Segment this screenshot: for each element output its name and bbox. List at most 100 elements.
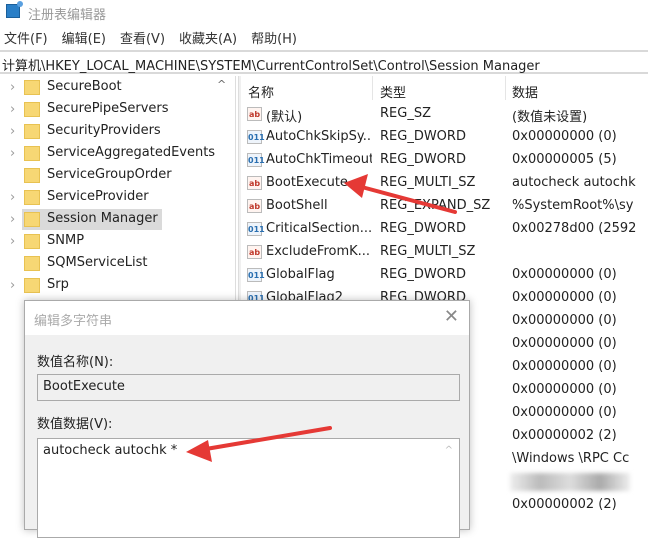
folder-icon	[24, 102, 40, 117]
value-data-text: autocheck autochk *	[43, 443, 178, 458]
table-row[interactable]: 011 GlobalFlag REG_DWORD 0x00000000 (0)	[242, 264, 648, 287]
value-name-field[interactable]: BootExecute	[37, 374, 460, 401]
address-bar[interactable]: 计算机\HKEY_LOCAL_MACHINE\SYSTEM\CurrentCon…	[0, 50, 648, 74]
column-divider[interactable]	[372, 76, 373, 100]
folder-icon	[24, 278, 40, 293]
dialog-title: 编辑多字符串	[34, 314, 113, 329]
tree-item[interactable]: › Srp	[0, 275, 235, 297]
dialog-title-bar: 编辑多字符串	[25, 301, 469, 335]
table-row[interactable]: ab ExcludeFromK... REG_MULTI_SZ	[242, 241, 648, 264]
blurred-value	[510, 473, 630, 491]
value-type: REG_DWORD	[380, 152, 466, 167]
value-type: REG_MULTI_SZ	[380, 175, 476, 190]
chevron-right-icon[interactable]: ›	[10, 146, 15, 161]
column-divider[interactable]	[505, 76, 506, 100]
tree-item-label: ServiceGroupOrder	[47, 167, 172, 182]
value-type: REG_DWORD	[380, 129, 466, 144]
tree-item[interactable]: SQMServiceList	[0, 253, 235, 275]
value-data: %SystemRoot%\sy	[512, 198, 634, 213]
tree-item-label: SecurityProviders	[47, 123, 161, 138]
value-data: 0x00000002 (2)	[512, 428, 617, 443]
value-type: REG_SZ	[380, 106, 431, 121]
string-value-icon: ab	[247, 199, 262, 213]
tree-item[interactable]: › SecurePipeServers	[0, 99, 235, 121]
value-data: 0x00000000 (0)	[512, 267, 617, 282]
value-data: 0x00000005 (5)	[512, 152, 617, 167]
binary-value-icon: 011	[247, 268, 265, 282]
tree-item[interactable]: › SecurityProviders	[0, 121, 235, 143]
value-data-label: 数值数据(V):	[37, 417, 113, 432]
string-value-icon: ab	[247, 107, 262, 121]
list-header: 名称 类型 数据	[242, 76, 648, 102]
value-type: REG_MULTI_SZ	[380, 244, 476, 259]
chevron-right-icon[interactable]: ›	[10, 234, 15, 249]
value-name: AutoChkSkipSy...	[266, 129, 372, 144]
value-data: 0x00000000 (0)	[512, 290, 617, 305]
value-data: 0x00000002 (2)	[512, 497, 617, 512]
value-data: autocheck autochk	[512, 175, 636, 190]
chevron-right-icon[interactable]: ›	[10, 80, 15, 95]
tree-item-label: SQMServiceList	[47, 255, 148, 270]
tree-item-label: ServiceProvider	[47, 189, 149, 204]
binary-value-icon: 011	[247, 153, 265, 167]
chevron-right-icon[interactable]: ›	[10, 212, 15, 227]
value-data: 0x00000000 (0)	[512, 313, 617, 328]
title-bar: 注册表编辑器	[0, 0, 648, 24]
scroll-up-icon[interactable]: ^	[445, 445, 453, 456]
table-row[interactable]: 011 AutoChkSkipSy... REG_DWORD 0x00000000 (…	[242, 126, 648, 149]
menu-item[interactable]: 帮助(H)	[251, 28, 297, 47]
value-data: 0x00278d00 (2592	[512, 221, 637, 236]
table-row[interactable]: ab (默认) REG_SZ (数值未设置)	[242, 103, 648, 126]
folder-icon	[24, 234, 40, 249]
string-value-icon: ab	[247, 176, 262, 190]
chevron-right-icon[interactable]: ›	[10, 190, 15, 205]
chevron-right-icon[interactable]: ›	[10, 278, 15, 293]
tree-item[interactable]: › Session Manager	[0, 209, 235, 231]
chevron-right-icon[interactable]: ›	[10, 102, 15, 117]
value-data: 0x00000000 (0)	[512, 336, 617, 351]
value-data: 0x00000000 (0)	[512, 359, 617, 374]
tree-item-label: SecurePipeServers	[47, 101, 169, 116]
value-type: REG_EXPAND_SZ	[380, 198, 491, 213]
tree-item-label: Srp	[47, 277, 69, 292]
value-data: 0x00000000 (0)	[512, 382, 617, 397]
menu-item[interactable]: 收藏夹(A)	[179, 28, 237, 47]
column-header-data[interactable]: 数据	[512, 82, 538, 101]
table-row[interactable]: ab BootExecute REG_MULTI_SZ autocheck autoc…	[242, 172, 648, 195]
folder-icon	[24, 124, 40, 139]
table-row[interactable]: 011 AutoChkTimeout REG_DWORD 0x00000005 (5)	[242, 149, 648, 172]
close-icon[interactable]: ✕	[444, 306, 459, 327]
value-data: 0x00000000 (0)	[512, 405, 617, 420]
column-header-type[interactable]: 类型	[380, 82, 406, 101]
string-value-icon: ab	[247, 245, 262, 259]
folder-icon	[24, 190, 40, 205]
folder-icon	[24, 212, 40, 227]
tree-item[interactable]: ServiceGroupOrder	[0, 165, 235, 187]
menu-item[interactable]: 查看(V)	[120, 28, 165, 47]
value-name: BootExecute	[266, 175, 348, 190]
folder-icon	[24, 168, 40, 183]
tree-item[interactable]: › SecureBoot	[0, 77, 235, 99]
registry-editor-icon	[6, 1, 23, 18]
tree-item-label: ServiceAggregatedEvents	[47, 145, 216, 160]
menu-item[interactable]: 文件(F)	[4, 28, 48, 47]
binary-value-icon: 011	[247, 130, 265, 144]
value-type: REG_DWORD	[380, 267, 466, 282]
value-name: AutoChkTimeout	[266, 152, 372, 167]
column-header-name[interactable]: 名称	[248, 82, 274, 101]
value-data: (数值未设置)	[512, 110, 588, 125]
binary-value-icon: 011	[247, 222, 265, 236]
menu-item[interactable]: 编辑(E)	[62, 28, 106, 47]
value-name: GlobalFlag	[266, 267, 335, 282]
value-data-textarea[interactable]: autocheck autochk * ^	[37, 438, 460, 538]
chevron-right-icon[interactable]: ›	[10, 124, 15, 139]
folder-icon	[24, 256, 40, 271]
table-row[interactable]: ab BootShell REG_EXPAND_SZ %SystemRoot%\sy	[242, 195, 648, 218]
table-row[interactable]: 011 CriticalSection... REG_DWORD 0x00278d00…	[242, 218, 648, 241]
value-name: ExcludeFromK...	[266, 244, 371, 259]
tree-item[interactable]: › ServiceProvider	[0, 187, 235, 209]
tree-item[interactable]: › SNMP	[0, 231, 235, 253]
edit-multi-string-dialog: 编辑多字符串 ✕ 数值名称(N): BootExecute 数值数据(V): a…	[24, 300, 470, 538]
tree-item[interactable]: › ServiceAggregatedEvents	[0, 143, 235, 165]
value-name: BootShell	[266, 198, 328, 213]
